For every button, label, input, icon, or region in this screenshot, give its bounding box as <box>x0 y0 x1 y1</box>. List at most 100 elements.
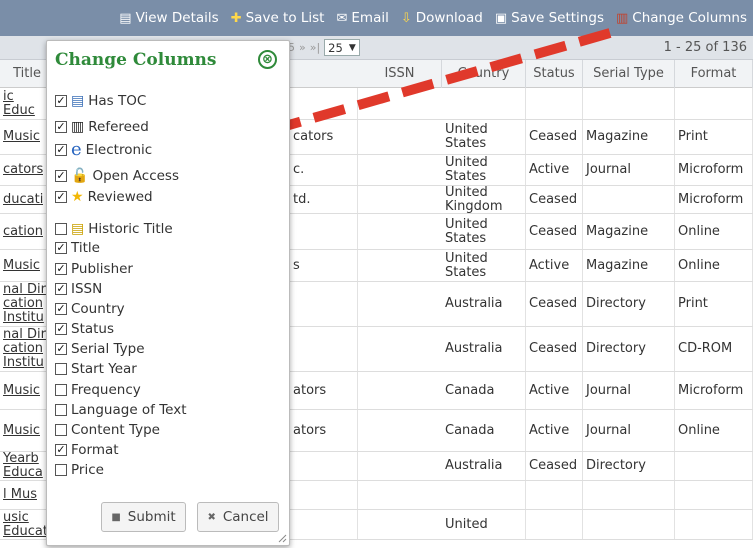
column-option-start-year[interactable]: Start Year <box>55 361 137 377</box>
column-option-serial-type[interactable]: ✓ Serial Type <box>55 341 145 357</box>
checkbox[interactable] <box>55 404 67 416</box>
row-serial-type-cell: Magazine <box>583 214 675 249</box>
column-option-frequency[interactable]: Frequency <box>55 382 141 398</box>
column-header-status[interactable]: Status <box>526 60 583 88</box>
row-title-cell: Yearb Educa <box>0 452 48 480</box>
row-publisher-cell: ators <box>290 410 358 451</box>
row-serial-type-cell <box>583 88 675 119</box>
close-icon[interactable]: ⊗ <box>258 50 277 69</box>
column-option-open-access[interactable]: ✓ 🔓 Open Access <box>55 168 179 184</box>
row-format-cell: CD-ROM <box>675 327 753 371</box>
column-option-language-of-text[interactable]: Language of Text <box>55 402 187 418</box>
column-header-issn[interactable]: ISSN <box>358 60 442 88</box>
row-title-link[interactable]: ducati <box>3 193 43 207</box>
row-format-cell <box>675 88 753 119</box>
row-status-cell: Active <box>526 410 583 451</box>
submit-icon: ■ <box>111 511 121 523</box>
row-status-cell: Active <box>526 250 583 281</box>
column-option-format[interactable]: ✓ Format <box>55 442 119 458</box>
column-option-publisher[interactable]: ✓ Publisher <box>55 261 133 277</box>
page-size-select[interactable]: 25 ▼ <box>324 39 360 56</box>
checkbox[interactable]: ✓ <box>55 95 67 107</box>
checkbox[interactable]: ✓ <box>55 343 67 355</box>
checkbox[interactable] <box>55 363 67 375</box>
row-title-link[interactable]: Music <box>3 130 40 144</box>
checkbox[interactable] <box>55 464 67 476</box>
column-option-label: Country <box>71 301 125 317</box>
column-option-price[interactable]: Price <box>55 462 104 478</box>
row-title-cell: Music <box>0 410 48 451</box>
checkbox[interactable] <box>55 384 67 396</box>
checkbox[interactable]: ✓ <box>55 170 67 182</box>
last-page-button[interactable]: »| <box>310 41 320 54</box>
column-option-country[interactable]: ✓ Country <box>55 301 125 317</box>
row-serial-type: Directory <box>586 341 646 356</box>
column-option-label: Status <box>71 321 115 337</box>
checkbox[interactable]: ✓ <box>55 242 67 254</box>
row-status: Active <box>529 257 570 273</box>
row-title-link[interactable]: ic Educ <box>3 90 47 118</box>
next-page-button[interactable]: » <box>299 41 306 54</box>
row-title-link[interactable]: Music <box>3 424 40 438</box>
view-details-button[interactable]: ▤ View Details <box>119 10 218 26</box>
row-title-link[interactable]: usic Educators <box>3 511 47 539</box>
row-title-cell: cators <box>0 155 48 185</box>
row-publisher-cell <box>290 510 358 539</box>
column-option-content-type[interactable]: Content Type <box>55 422 160 438</box>
save-settings-label: Save Settings <box>511 10 604 26</box>
row-title-link[interactable]: cators <box>3 163 43 177</box>
column-header-title[interactable]: Title <box>0 60 48 88</box>
checkbox[interactable]: ✓ <box>55 191 67 203</box>
row-country-cell: Australia <box>442 452 526 480</box>
row-title-link[interactable]: Music <box>3 259 40 273</box>
row-title-cell: nal Dir cation Institu <box>0 282 48 326</box>
column-header-country[interactable]: Country <box>442 60 526 88</box>
checkbox[interactable] <box>55 223 67 235</box>
download-icon: ⇩ <box>400 10 412 26</box>
row-title-link[interactable]: l Mus <box>3 488 37 502</box>
checkbox[interactable]: ✓ <box>55 283 67 295</box>
column-option-status[interactable]: ✓ Status <box>55 321 114 337</box>
save-settings-button[interactable]: ▣ Save Settings <box>495 10 604 26</box>
email-button[interactable]: ✉ Email <box>336 10 388 26</box>
download-button[interactable]: ⇩ Download <box>401 10 483 26</box>
row-title-cell: cation <box>0 214 48 249</box>
row-title-link[interactable]: Yearb Educa <box>3 452 47 480</box>
column-option-refereed[interactable]: ✓ ▥ Refereed <box>55 119 149 135</box>
change-columns-button[interactable]: ▥ Change Columns <box>616 10 747 26</box>
row-publisher-cell <box>290 282 358 326</box>
checkbox[interactable]: ✓ <box>55 121 67 133</box>
column-option-title[interactable]: ✓ Title <box>55 240 100 256</box>
checkbox[interactable]: ✓ <box>55 303 67 315</box>
row-country: Australia <box>445 296 503 311</box>
column-header-format[interactable]: Format <box>675 60 753 88</box>
row-serial-type-cell: Journal <box>583 410 675 451</box>
row-status: Ceased <box>529 129 578 144</box>
save-to-list-button[interactable]: ✚ Save to List <box>231 10 325 26</box>
row-title-link[interactable]: cation <box>3 225 43 239</box>
row-title-cell: ducati <box>0 186 48 213</box>
column-option-label: Serial Type <box>71 341 145 357</box>
row-title-link[interactable]: nal Dir cation Institu <box>3 328 47 370</box>
column-option-label: Start Year <box>71 361 137 377</box>
column-option-historic-title[interactable]: ▤ Historic Title <box>55 221 173 237</box>
row-publisher-cell <box>290 214 358 249</box>
checkbox[interactable]: ✓ <box>55 444 67 456</box>
column-option-electronic[interactable]: ✓ e Electronic <box>55 141 152 159</box>
resize-handle-icon[interactable] <box>278 534 287 543</box>
column-header-serial-type[interactable]: Serial Type <box>583 60 675 88</box>
row-country-cell: Australia <box>442 327 526 371</box>
checkbox[interactable] <box>55 424 67 436</box>
row-title-link[interactable]: nal Dir cation Institu <box>3 283 47 325</box>
submit-button[interactable]: ■ Submit <box>101 502 186 532</box>
row-serial-type: Magazine <box>586 223 649 239</box>
row-title-link[interactable]: Music <box>3 384 40 398</box>
cancel-button[interactable]: ✖ Cancel <box>197 502 279 532</box>
column-option-label: Historic Title <box>88 221 173 237</box>
column-option-has-toc[interactable]: ✓ ▤ Has TOC <box>55 93 146 109</box>
checkbox[interactable]: ✓ <box>55 144 67 156</box>
column-option-reviewed[interactable]: ✓ ★ Reviewed <box>55 189 153 205</box>
column-option-issn[interactable]: ✓ ISSN <box>55 281 102 297</box>
checkbox[interactable]: ✓ <box>55 263 67 275</box>
checkbox[interactable]: ✓ <box>55 323 67 335</box>
